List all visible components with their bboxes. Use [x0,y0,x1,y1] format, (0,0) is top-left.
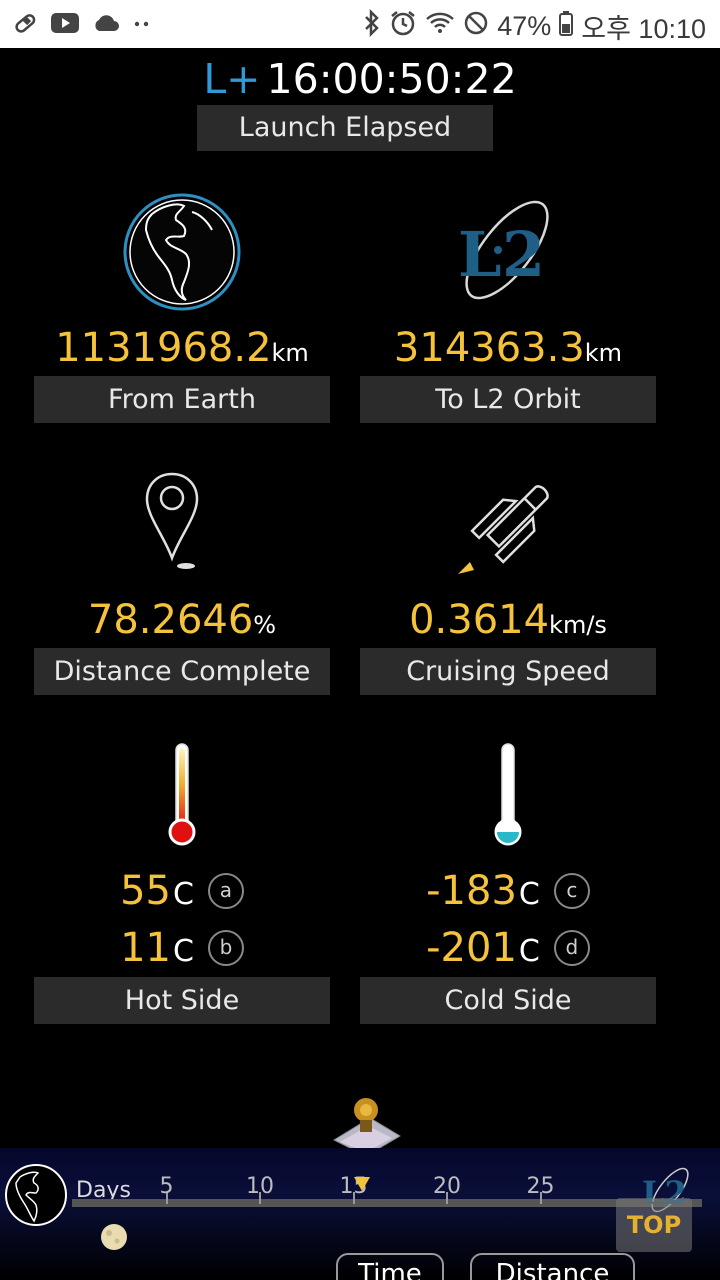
timeline-tick-label: 5 [159,1174,174,1199]
timeline-tick-label: 20 [433,1174,461,1199]
sensor-badge-c[interactable]: c [553,873,590,909]
distance-number: 78.2646 [87,597,254,643]
distance-unit: % [253,611,277,639]
sensor-badge-b[interactable]: b [207,930,244,966]
hot-b-number: 11 [120,925,171,971]
more-dots-icon [132,13,152,37]
elapsed-prefix: L+ [203,55,261,103]
hot-reading-a: 55C a [32,868,332,914]
timeline-earth-icon[interactable] [4,1163,68,1231]
top-button[interactable]: TOP [616,1198,692,1252]
clock: 오후 10:10 [581,14,706,44]
rocket-icon [448,470,564,590]
from-earth-label: From Earth [34,376,330,423]
distance-complete-label: Distance Complete [34,648,330,695]
cold-c-number: -183 [426,868,517,914]
l2-orbit-icon: L 2 [452,190,562,314]
cold-c-unit: C [518,877,540,912]
current-day-marker-icon [353,1176,371,1196]
from-earth-number: 1131968.2 [55,325,272,371]
timeline-tick-label: 25 [526,1174,555,1199]
status-right: 47% 오후 10:10 [363,7,706,46]
alarm-icon [389,9,417,44]
status-bar: 47% 오후 10:10 [0,0,720,48]
distance-complete-value: 78.2646% [32,597,332,643]
cold-reading-c: -183C c [358,868,658,914]
cold-d-unit: C [518,934,540,969]
from-earth-value: 1131968.2km [32,325,332,371]
sensor-badge-d[interactable]: d [553,930,590,966]
hot-a-unit: C [172,877,194,912]
battery-icon [559,10,574,43]
to-l2-value: 314363.3km [358,325,658,371]
elapsed-value: 16:00:50:22 [266,55,517,103]
from-earth-unit: km [271,339,309,367]
hot-a-number: 55 [120,868,171,914]
hot-thermometer-icon [166,742,198,852]
cloud-icon [92,12,120,38]
map-pin-icon [140,470,204,578]
launch-elapsed-label: Launch Elapsed [197,105,493,151]
cold-c-value: -183C [426,868,540,914]
battery-percent: 47% [497,11,552,41]
cold-side-label: Cold Side [360,977,656,1024]
cruising-speed-label: Cruising Speed [360,648,656,695]
cold-d-value: -201C [426,925,540,971]
svg-text:2: 2 [502,218,545,291]
elapsed-time: L+ 16:00:50:22 [0,55,720,103]
bluetooth-icon [363,8,381,44]
cold-reading-d: -201C d [358,925,658,971]
sensor-badge-a[interactable]: a [207,873,244,909]
hot-a-value: 55C [120,868,194,914]
youtube-icon [50,11,80,39]
hot-side-label: Hot Side [34,977,330,1024]
to-l2-number: 314363.3 [393,325,585,371]
cold-d-number: -201 [426,925,517,971]
status-left-icons [12,10,152,40]
pill-icon [12,10,38,40]
to-l2-label: To L2 Orbit [360,376,656,423]
svg-text:L: L [458,218,502,291]
hot-reading-b: 11C b [32,925,332,971]
distance-button[interactable]: Distance [470,1253,635,1280]
speed-unit: km/s [549,611,607,639]
moon-icon [99,1222,129,1256]
to-l2-unit: km [584,339,623,367]
earth-icon [122,192,242,316]
cold-thermometer-icon [492,742,524,852]
timeline-tick-label: 10 [246,1174,274,1199]
do-not-disturb-icon [463,10,489,43]
hot-b-unit: C [172,934,194,969]
hot-b-value: 11C [120,925,194,971]
time-button[interactable]: Time [336,1253,444,1280]
cruising-speed-value: 0.3614km/s [358,597,658,643]
wifi-icon [425,10,455,43]
speed-number: 0.3614 [409,597,550,643]
